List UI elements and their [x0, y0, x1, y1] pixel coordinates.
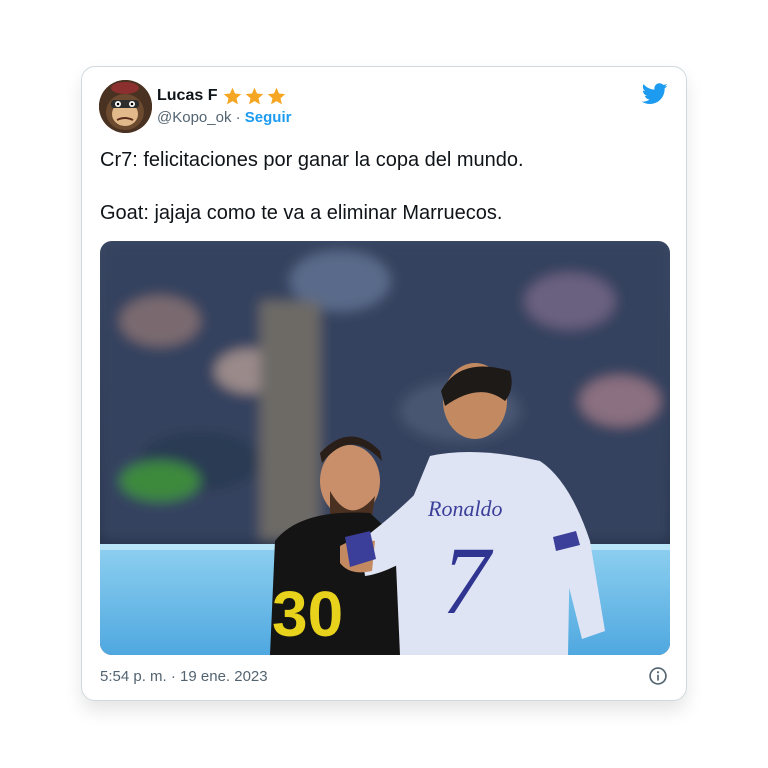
shorts-number: 30 [272, 578, 343, 650]
star-icon [268, 87, 286, 104]
jersey-number: 7 [442, 527, 494, 634]
tweet-photo[interactable]: 30 Ronaldo 7 [100, 241, 670, 655]
user-info: Lucas F @Kopo_ok · Seguir [157, 85, 291, 126]
tweet-card: Lucas F @Kopo_ok · Seguir Cr7: felicitac… [81, 66, 687, 701]
timestamp[interactable]: 5:54 p. m. · 19 ene. 2023 [100, 668, 268, 685]
tweet-text-line: Goat: jajaja como te va a eliminar Marru… [100, 202, 503, 224]
display-name[interactable]: Lucas F [157, 87, 217, 105]
info-icon[interactable] [648, 666, 668, 686]
avatar[interactable] [99, 80, 152, 133]
tweet-text-line: Cr7: felicitaciones por ganar la copa de… [100, 149, 524, 171]
separator-dot: · [235, 109, 241, 126]
handle[interactable]: @Kopo_ok [157, 109, 231, 126]
badge-group [222, 86, 288, 107]
handle-row: @Kopo_ok · Seguir [157, 109, 291, 126]
follow-button[interactable]: Seguir [245, 109, 292, 126]
name-row: Lucas F [157, 85, 291, 107]
star-icon [224, 87, 242, 104]
tweet-text: Cr7: felicitaciones por ganar la copa de… [100, 147, 670, 227]
jersey-name: Ronaldo [427, 496, 503, 521]
twitter-bird-icon[interactable] [642, 83, 668, 105]
star-icon [246, 87, 264, 104]
tweet-footer: 5:54 p. m. · 19 ene. 2023 [100, 665, 668, 687]
